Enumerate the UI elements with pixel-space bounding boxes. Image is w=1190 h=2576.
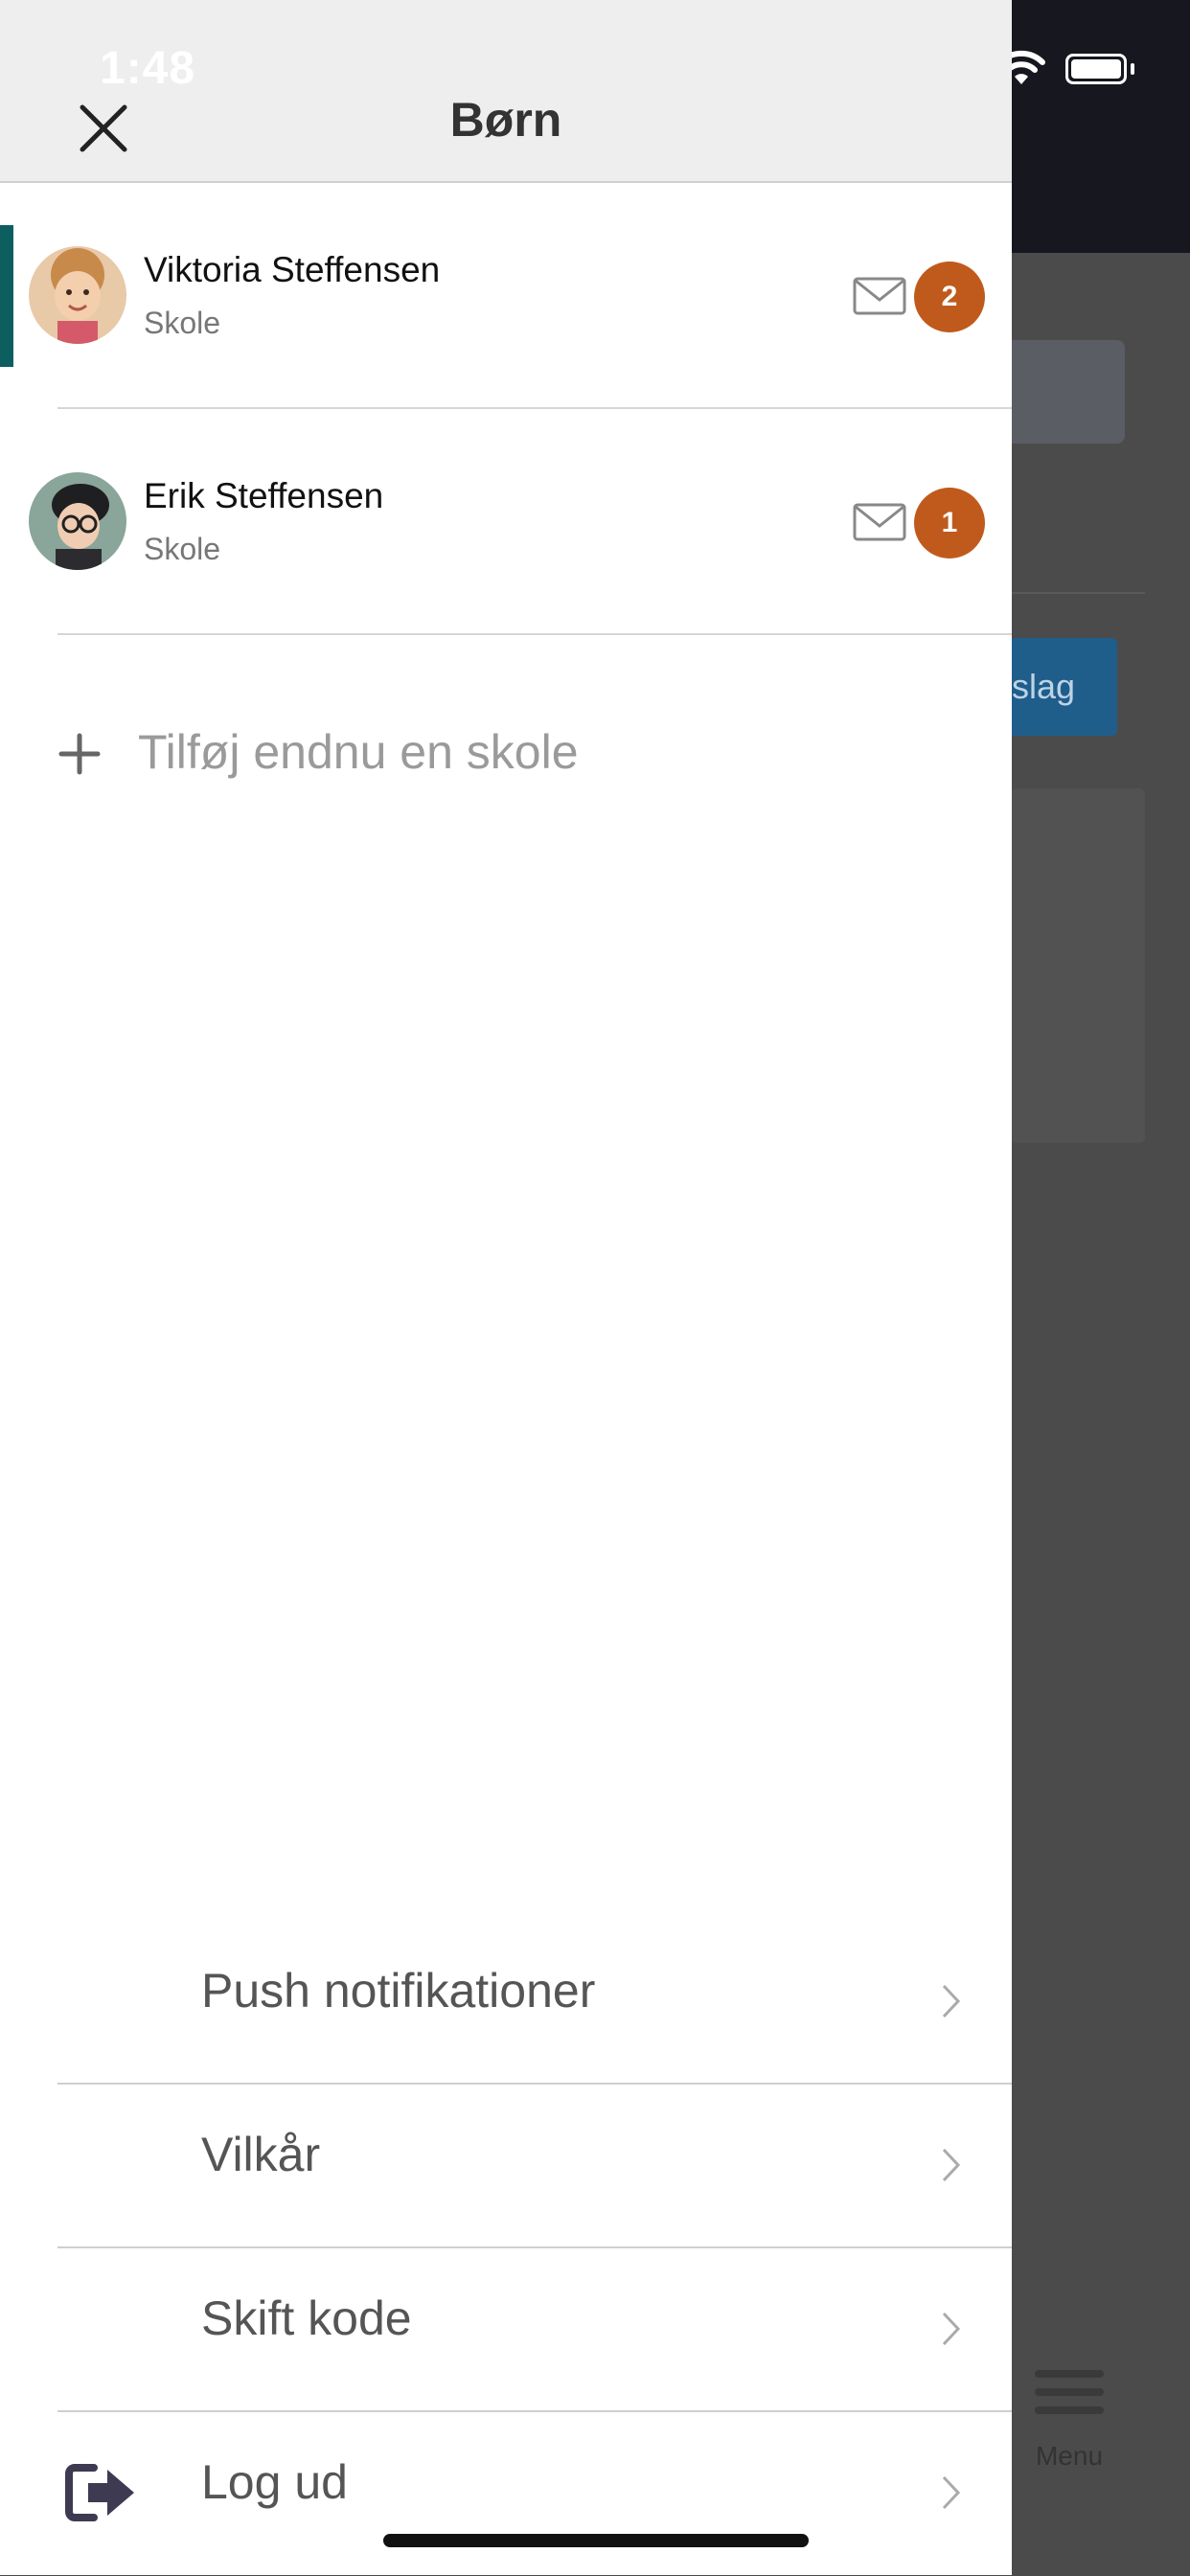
status-time: 1:48 — [100, 43, 196, 94]
chevron-right-icon — [942, 2148, 961, 2182]
battery-tip — [1131, 63, 1134, 75]
child-name: Erik Steffensen — [144, 476, 384, 515]
chevron-right-icon — [942, 2312, 961, 2346]
avatar — [29, 472, 126, 570]
page-title: Børn — [449, 93, 562, 147]
plus-icon — [58, 733, 101, 775]
drawer-header: 1:48 Børn — [0, 0, 1012, 183]
child-row-erik[interactable]: Erik Steffensen Skole 1 — [0, 409, 1012, 635]
background-field — [996, 340, 1125, 444]
menu-item-label: Skift kode — [201, 2291, 412, 2345]
background-card — [1011, 788, 1145, 1143]
mail-icon[interactable] — [853, 503, 906, 541]
menu-item-label: Vilkår — [201, 2128, 321, 2181]
menu-item-label: Log ud — [201, 2455, 348, 2509]
child-row-viktoria[interactable]: Viktoria Steffensen Skole 2 — [0, 183, 1012, 409]
add-school-button[interactable]: Tilføj endnu en skole — [0, 709, 1012, 805]
avatar — [29, 246, 126, 344]
add-school-label: Tilføj endnu en skole — [138, 725, 579, 779]
menu-item-logout[interactable]: Log ud — [0, 2412, 1012, 2576]
menu-item-push-notifications[interactable]: Push notifikationer — [0, 1921, 1012, 2085]
child-school: Skole — [144, 532, 221, 566]
children-drawer: 1:48 Børn Viktoria Steffensen Skole 2 Er… — [0, 0, 1012, 2575]
chevron-right-icon — [942, 1984, 961, 2018]
child-name: Viktoria Steffensen — [144, 250, 441, 289]
battery-icon — [1065, 54, 1127, 84]
child-school: Skole — [144, 306, 221, 340]
menu-item-label: Push notifikationer — [201, 1964, 596, 2017]
menu-icon — [1035, 2370, 1104, 2425]
status-icons — [996, 50, 1188, 92]
unread-badge[interactable]: 1 — [914, 488, 985, 559]
background-button: oslag — [996, 638, 1117, 736]
menu-item-terms[interactable]: Vilkår — [0, 2085, 1012, 2248]
menu-tab-label: Menu — [1035, 2441, 1104, 2471]
home-indicator — [383, 2534, 809, 2547]
mail-icon[interactable] — [853, 277, 906, 315]
unread-badge[interactable]: 2 — [914, 262, 985, 332]
logout-icon — [65, 2464, 134, 2521]
chevron-right-icon — [942, 2475, 961, 2510]
background-divider — [1011, 592, 1145, 594]
divider — [57, 633, 1012, 635]
menu-item-change-code[interactable]: Skift kode — [0, 2248, 1012, 2412]
active-indicator — [0, 225, 13, 367]
